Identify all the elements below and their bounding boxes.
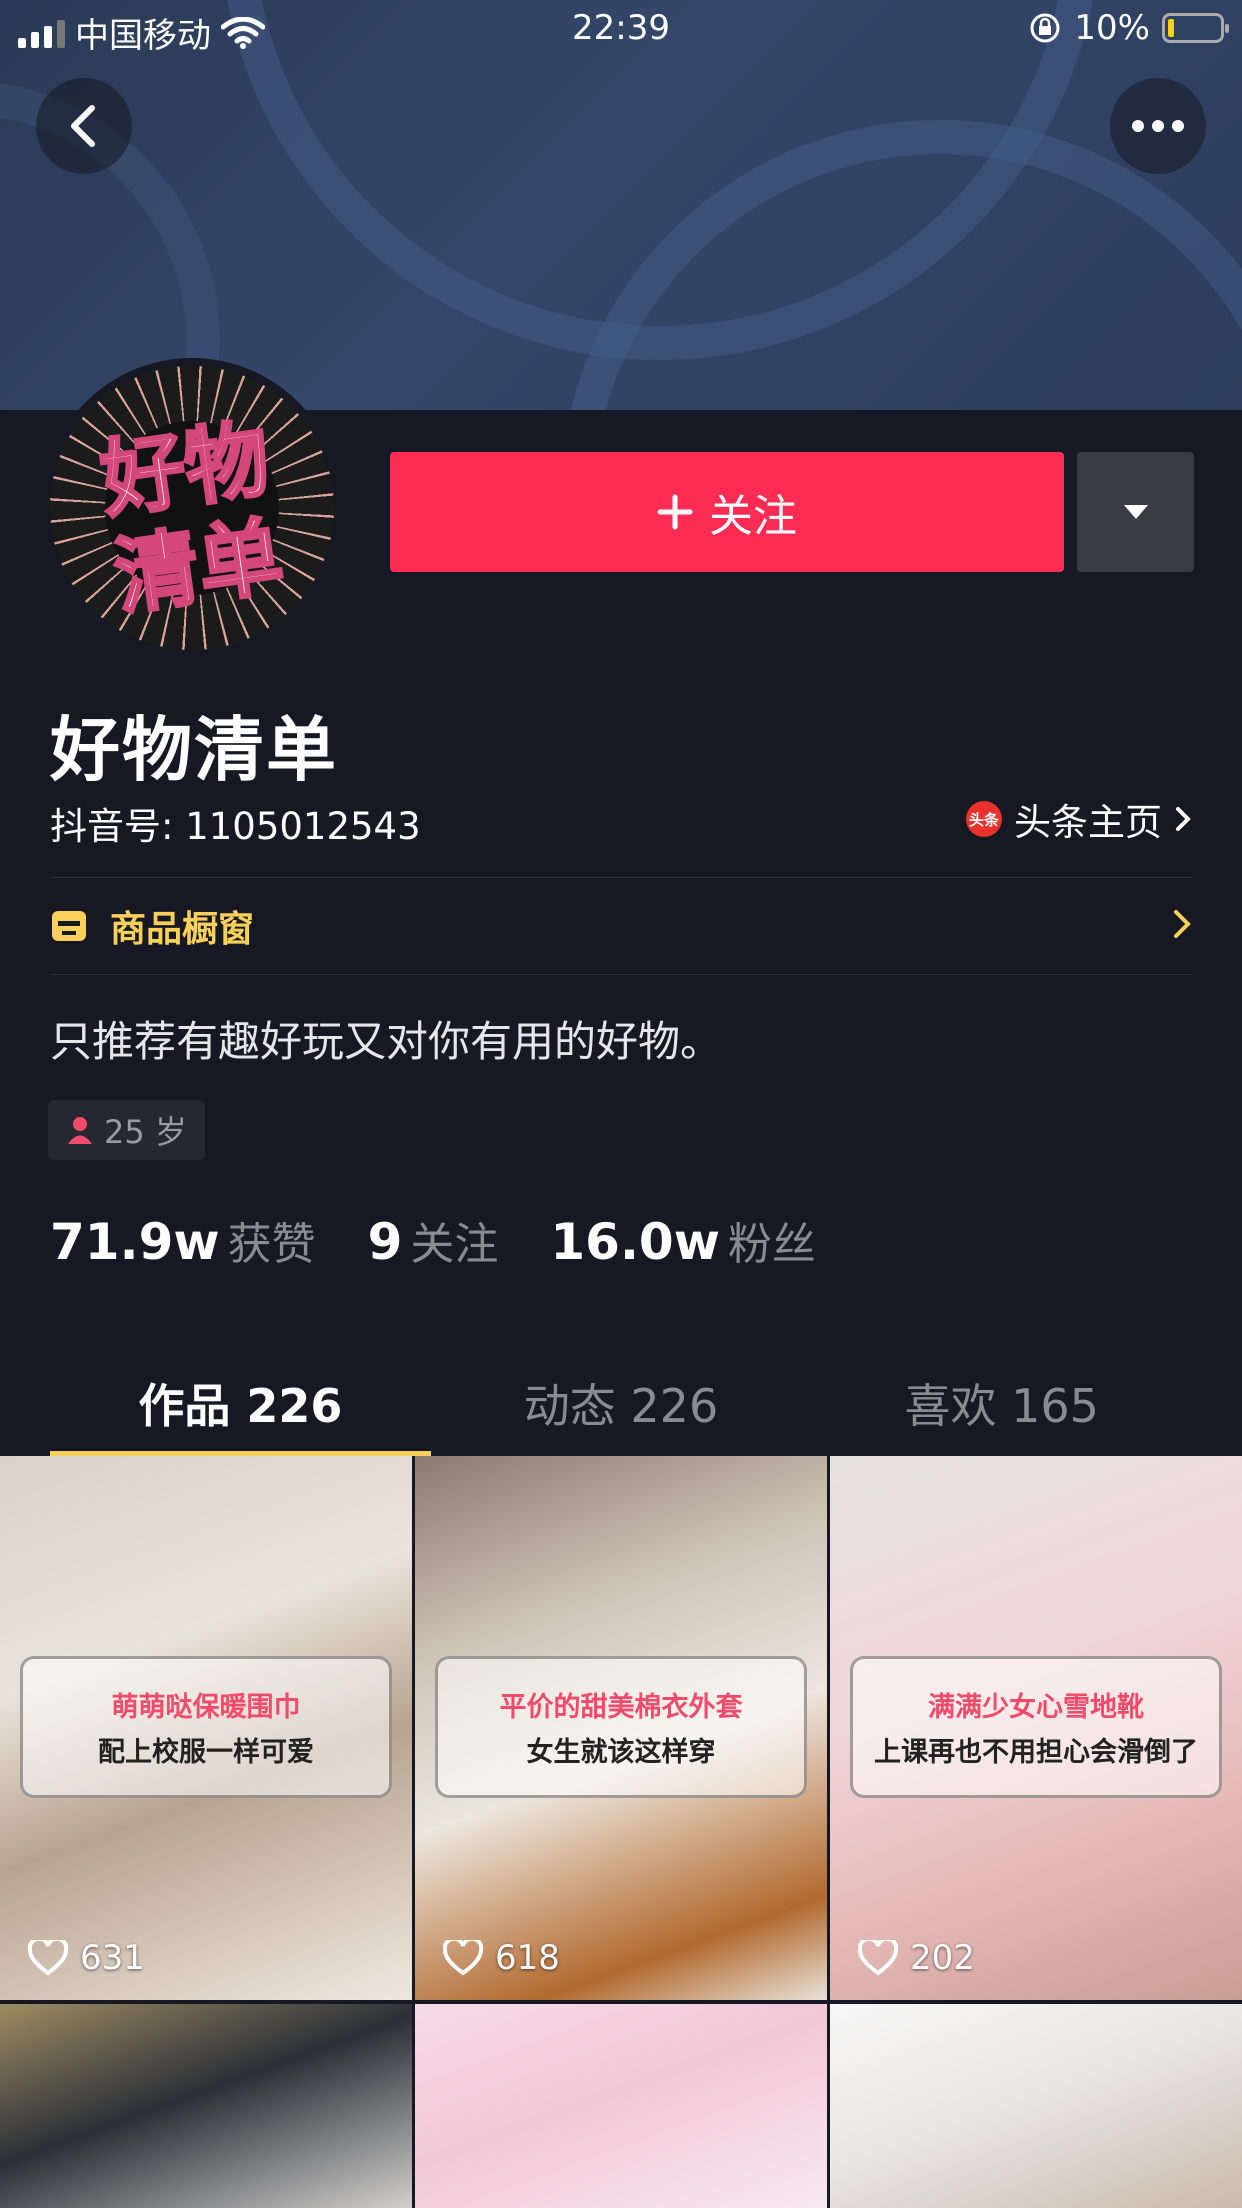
video-thumbnail[interactable] (830, 2004, 1242, 2208)
chevron-right-icon (1176, 807, 1191, 831)
stat-followers[interactable]: 16.0w 粉丝 (550, 1208, 816, 1272)
video-caption: 平价的甜美棉衣外套 女生就该这样穿 (435, 1656, 807, 1798)
tab-activity[interactable]: 动态 226 (431, 1350, 812, 1456)
video-caption: 萌萌哒保暖围巾 配上校服一样可爱 (20, 1656, 392, 1798)
douyin-id: 抖音号: 1105012543 (50, 805, 421, 848)
like-count: 618 (443, 1938, 560, 1978)
like-count: 631 (28, 1938, 145, 1978)
back-button[interactable] (36, 78, 132, 174)
video-thumbnail[interactable]: 满满少女心雪地靴 上课再也不用担心会滑倒了 202 (830, 1456, 1242, 2000)
toutiao-icon: 头条 (966, 801, 1002, 837)
like-count-value: 631 (80, 1938, 145, 1978)
age-tag: 25 岁 (48, 1100, 205, 1160)
caption-line2: 上课再也不用担心会滑倒了 (874, 1737, 1198, 1768)
stat-following[interactable]: 9 关注 (368, 1208, 499, 1272)
heart-icon (28, 1940, 68, 1976)
stat-likes[interactable]: 71.9w 获赞 (50, 1208, 316, 1272)
caption-line2: 配上校服一样可爱 (98, 1737, 314, 1768)
follow-label: 关注 (709, 491, 797, 542)
like-count-value: 618 (495, 1938, 560, 1978)
heart-icon (443, 1940, 483, 1976)
content-tabs: 作品 226 动态 226 喜欢 165 (50, 1350, 1192, 1456)
divider (50, 974, 1192, 975)
chevron-right-icon (1174, 910, 1191, 938)
toutiao-homepage-link[interactable]: 头条 头条主页 (966, 792, 1192, 846)
recommend-dropdown-button[interactable] (1077, 452, 1194, 572)
stat-value: 9 (367, 1213, 403, 1271)
like-count-value: 202 (910, 1938, 975, 1978)
stat-value: 16.0w (550, 1213, 720, 1271)
more-button[interactable] (1110, 78, 1206, 174)
video-grid: 萌萌哒保暖围巾 配上校服一样可爱 631 平价的甜美棉衣外套 女生就该这样穿 6… (0, 1456, 1242, 2208)
more-dots-icon (1132, 120, 1184, 132)
profile-banner (0, 0, 1242, 410)
chevron-left-icon (71, 105, 95, 147)
profile-name: 好物清单 (50, 709, 338, 791)
avatar[interactable]: 好物 清单 (42, 358, 342, 658)
shop-window-label: 商品橱窗 (110, 909, 255, 950)
caption-line1: 萌萌哒保暖围巾 (111, 1692, 301, 1723)
video-thumbnail[interactable] (415, 2004, 827, 2208)
battery-icon (1162, 13, 1229, 43)
stat-label: 获赞 (227, 1219, 316, 1270)
toutiao-link-label: 头条主页 (1014, 801, 1162, 844)
battery-percent: 10% (1074, 8, 1150, 48)
caret-down-icon (1123, 505, 1148, 519)
tab-works[interactable]: 作品 226 (50, 1350, 431, 1456)
tab-liked[interactable]: 喜欢 165 (811, 1350, 1192, 1456)
heart-icon (858, 1940, 898, 1976)
stats-row: 71.9w 获赞 9 关注 16.0w 粉丝 (50, 1208, 868, 1272)
stat-label: 粉丝 (727, 1219, 816, 1270)
video-thumbnail[interactable]: 萌萌哒保暖围巾 配上校服一样可爱 631 (0, 1456, 412, 2000)
caption-line2: 女生就该这样穿 (526, 1737, 716, 1768)
caption-line1: 满满少女心雪地靴 (928, 1692, 1144, 1723)
rotation-lock-icon (1030, 13, 1060, 43)
status-bar: 中国移动 22:39 10% (0, 0, 1242, 60)
plus-icon (657, 494, 693, 530)
video-thumbnail[interactable] (0, 2004, 412, 2208)
shop-icon (52, 911, 86, 941)
stat-value: 71.9w (50, 1213, 220, 1271)
shop-window-row[interactable]: 商品橱窗 (50, 878, 1192, 974)
follow-button[interactable]: 关注 (390, 452, 1064, 572)
bio: 只推荐有趣好玩又对你有用的好物。 (50, 1017, 723, 1066)
video-thumbnail[interactable]: 平价的甜美棉衣外套 女生就该这样穿 618 (415, 1456, 827, 2000)
video-caption: 满满少女心雪地靴 上课再也不用担心会滑倒了 (850, 1656, 1222, 1798)
like-count: 202 (858, 1938, 975, 1978)
caption-line1: 平价的甜美棉衣外套 (499, 1692, 743, 1723)
stat-label: 关注 (410, 1219, 499, 1270)
age-label: 25 岁 (104, 1113, 187, 1151)
female-user-icon (68, 1117, 92, 1144)
